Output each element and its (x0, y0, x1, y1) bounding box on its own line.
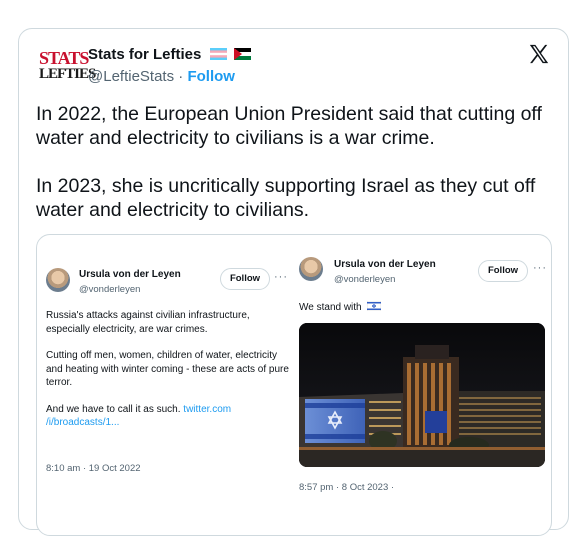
embedded-paragraph-1: Russia's attacks against civilian infras… (46, 310, 250, 335)
embedded-text-left: Russia's attacks against civilian infras… (46, 309, 291, 443)
embedded-text-right-label: We stand with (299, 302, 362, 313)
logo-line-2: LEFTIES (39, 66, 96, 82)
separator: · (178, 68, 184, 85)
building-illustration (299, 323, 545, 467)
embedded-handle-right: @vonderleyen (334, 274, 396, 285)
follow-button[interactable]: Follow (187, 68, 235, 85)
israel-flag-icon (367, 300, 382, 312)
author-avatar-logo[interactable]: STATS LEFTIES (39, 49, 96, 85)
embedded-avatar-right (299, 257, 323, 281)
embedded-paragraph-3: And we have to call it as such. twitter.… (46, 403, 291, 430)
embedded-name-right: Ursula von der Leyen (334, 259, 436, 270)
author-handle[interactable]: @LeftieStats (88, 68, 174, 85)
more-icon: ··· (274, 271, 288, 283)
embedded-paragraph-3-text: And we have to call it as such. (46, 403, 184, 415)
tweet-media-image[interactable]: Ursula von der Leyen @vonderleyen Follow… (36, 234, 552, 536)
embedded-paragraph-2: Cutting off men, women, children of wate… (46, 350, 289, 388)
tweet-paragraph-1: In 2022, the European Union President sa… (36, 103, 542, 149)
embedded-text-right: We stand with (299, 300, 382, 315)
tweet-card[interactable]: STATS LEFTIES Stats for Lefties @LeftieS… (18, 28, 569, 536)
x-logo-icon[interactable] (528, 43, 550, 65)
author-handle-row: @LeftieStats · Follow (88, 68, 235, 85)
berlaymont-building-photo (299, 323, 545, 467)
embedded-follow-button-left: Follow (220, 268, 270, 290)
tweet-text: In 2022, the European Union President sa… (36, 102, 556, 246)
trans-flag-icon (209, 48, 227, 60)
embedded-follow-button-right: Follow (478, 260, 528, 282)
tweet-paragraph-2: In 2023, she is uncritically supporting … (36, 175, 536, 221)
author-name-row: Stats for Lefties (88, 46, 251, 63)
embedded-avatar-left (46, 268, 70, 292)
more-icon: ··· (533, 262, 547, 274)
embedded-handle-left: @vonderleyen (79, 284, 141, 295)
author-name[interactable]: Stats for Lefties (88, 46, 201, 63)
embedded-timestamp-right: 8:57 pm · 8 Oct 2023 · (299, 482, 395, 493)
embedded-name-left: Ursula von der Leyen (79, 269, 181, 280)
palestine-flag-icon (233, 48, 251, 60)
logo-line-1: STATS (39, 48, 89, 68)
embedded-timestamp-left: 8:10 am · 19 Oct 2022 (46, 463, 141, 474)
